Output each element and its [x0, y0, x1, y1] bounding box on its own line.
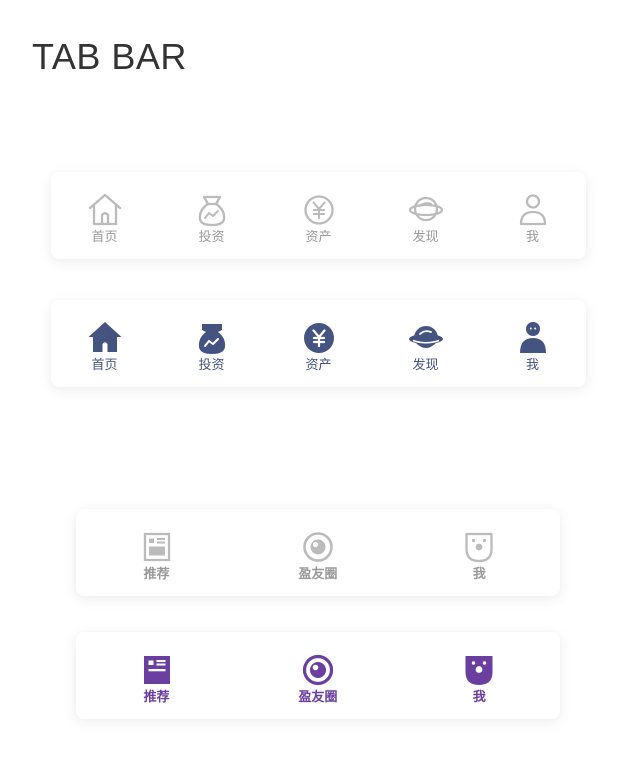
- tab-label: 发现: [412, 230, 439, 245]
- tab-assets[interactable]: 资产: [265, 300, 372, 387]
- circle-target-icon: [300, 529, 336, 565]
- circle-target-icon: [300, 652, 336, 688]
- tab-bar-social-inactive: 推荐 盈友圈 我: [76, 509, 560, 596]
- tab-discover[interactable]: 发现: [372, 172, 479, 259]
- yen-coin-icon: [301, 320, 337, 356]
- tab-label: 首页: [91, 358, 118, 373]
- yen-coin-icon: [301, 192, 337, 228]
- tab-label: 资产: [305, 230, 332, 245]
- tab-bar-social-active: 推荐 盈友圈 我: [76, 632, 560, 719]
- money-bag-icon: [194, 320, 230, 356]
- face-badge-icon: [461, 652, 497, 688]
- tab-label: 投资: [198, 358, 225, 373]
- tab-bar-main-inactive: 首页 投资 资产 发现 我: [51, 172, 586, 259]
- tab-label: 我: [525, 358, 539, 373]
- tab-recommend[interactable]: 推荐: [76, 509, 237, 596]
- tab-label: 首页: [91, 230, 118, 245]
- tab-me[interactable]: 我: [479, 172, 586, 259]
- tab-invest[interactable]: 投资: [158, 172, 265, 259]
- tab-me[interactable]: 我: [479, 300, 586, 387]
- planet-icon: [408, 320, 444, 356]
- home-icon: [87, 320, 123, 356]
- tab-me[interactable]: 我: [399, 632, 560, 719]
- tab-recommend[interactable]: 推荐: [76, 632, 237, 719]
- tab-bar-main-active: 首页 投资 资产 发现 我: [51, 300, 586, 387]
- tab-friends-circle[interactable]: 盈友圈: [237, 632, 398, 719]
- tab-label: 盈友圈: [298, 690, 338, 705]
- page-title: TAB BAR: [32, 36, 187, 77]
- tab-friends-circle[interactable]: 盈友圈: [237, 509, 398, 596]
- tab-label: 我: [472, 690, 486, 705]
- planet-icon: [408, 192, 444, 228]
- tab-label: 我: [525, 230, 539, 245]
- news-card-icon: [139, 652, 175, 688]
- news-card-icon: [139, 529, 175, 565]
- tab-label: 发现: [412, 358, 439, 373]
- tab-home[interactable]: 首页: [51, 300, 158, 387]
- face-badge-icon: [461, 529, 497, 565]
- money-bag-icon: [194, 192, 230, 228]
- tab-label: 我: [472, 567, 486, 582]
- person-icon: [515, 320, 551, 356]
- tab-invest[interactable]: 投资: [158, 300, 265, 387]
- tab-label: 资产: [305, 358, 332, 373]
- tab-assets[interactable]: 资产: [265, 172, 372, 259]
- tab-label: 盈友圈: [298, 567, 338, 582]
- tab-label: 推荐: [143, 690, 170, 705]
- tab-label: 推荐: [143, 567, 170, 582]
- tab-home[interactable]: 首页: [51, 172, 158, 259]
- person-icon: [515, 192, 551, 228]
- tab-discover[interactable]: 发现: [372, 300, 479, 387]
- home-icon: [87, 192, 123, 228]
- tab-me[interactable]: 我: [399, 509, 560, 596]
- tab-label: 投资: [198, 230, 225, 245]
